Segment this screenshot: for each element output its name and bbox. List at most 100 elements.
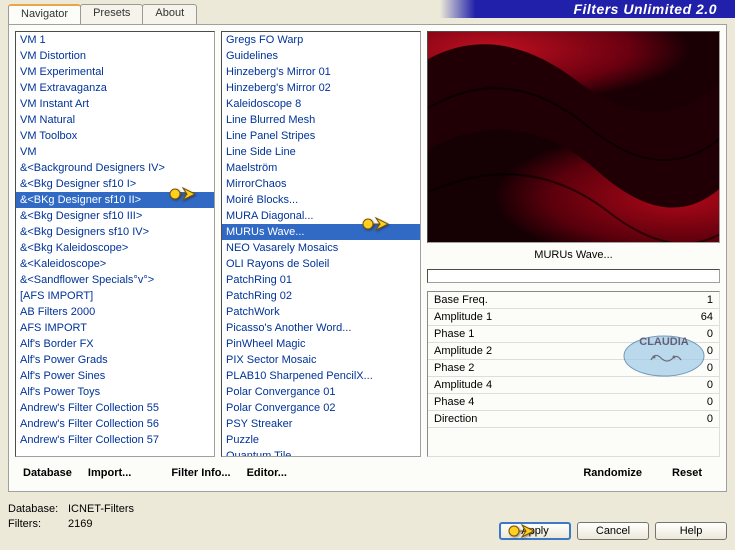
list-item[interactable]: PatchRing 01 — [222, 272, 420, 288]
list-item[interactable]: PLAB10 Sharpened PencilX... — [222, 368, 420, 384]
param-row[interactable]: Base Freq.1 — [428, 292, 719, 309]
param-row[interactable]: Direction0 — [428, 411, 719, 428]
param-value: 0 — [683, 328, 713, 340]
apply-button[interactable]: Apply — [499, 522, 571, 540]
param-row[interactable]: Amplitude 20 — [428, 343, 719, 360]
list-item[interactable]: AB Filters 2000 — [16, 304, 214, 320]
list-item[interactable]: &<Bkg Designer sf10 III> — [16, 208, 214, 224]
list-item[interactable]: PinWheel Magic — [222, 336, 420, 352]
list-item[interactable]: NEO Vasarely Mosaics — [222, 240, 420, 256]
list-item[interactable]: Puzzle — [222, 432, 420, 448]
list-item[interactable]: Picasso's Another Word... — [222, 320, 420, 336]
param-value: 64 — [683, 311, 713, 323]
param-name: Amplitude 2 — [434, 345, 683, 357]
list-item[interactable]: Alf's Border FX — [16, 336, 214, 352]
list-item[interactable]: VM Toolbox — [16, 128, 214, 144]
list-item[interactable]: Kaleidoscope 8 — [222, 96, 420, 112]
list-item[interactable]: Guidelines — [222, 48, 420, 64]
db-label: Database: — [8, 502, 68, 517]
list-item[interactable]: &<Kaleidoscope> — [16, 256, 214, 272]
list-item[interactable]: Quantum Tile — [222, 448, 420, 457]
list-item[interactable]: Alf's Power Toys — [16, 384, 214, 400]
param-row[interactable]: Phase 20 — [428, 360, 719, 377]
list-item[interactable]: Polar Convergance 01 — [222, 384, 420, 400]
app-title: Filters Unlimited 2.0 — [573, 1, 717, 17]
list-item[interactable]: MURUs Wave... — [222, 224, 420, 240]
param-value: 0 — [683, 396, 713, 408]
list-item[interactable]: Hinzeberg's Mirror 02 — [222, 80, 420, 96]
list-item[interactable]: [AFS IMPORT] — [16, 288, 214, 304]
param-row[interactable]: Amplitude 164 — [428, 309, 719, 326]
list-item[interactable]: &<Bkg Designers sf10 IV> — [16, 224, 214, 240]
editor-button[interactable]: Editor... — [247, 467, 287, 479]
list-item[interactable]: &<Bkg Designer sf10 I> — [16, 176, 214, 192]
list-item[interactable]: MirrorChaos — [222, 176, 420, 192]
tab-row: Navigator Presets About — [8, 4, 196, 24]
filter-info-button[interactable]: Filter Info... — [171, 467, 230, 479]
category-list[interactable]: VM 1VM DistortionVM ExperimentalVM Extra… — [15, 31, 215, 457]
list-item[interactable]: VM 1 — [16, 32, 214, 48]
list-item[interactable]: Andrew's Filter Collection 55 — [16, 400, 214, 416]
randomize-button[interactable]: Randomize — [583, 467, 642, 479]
tab-presets[interactable]: Presets — [80, 4, 143, 24]
param-row[interactable]: Phase 40 — [428, 394, 719, 411]
list-item[interactable]: &<BKg Designer sf10 II> — [16, 192, 214, 208]
param-value: 1 — [683, 294, 713, 306]
list-item[interactable]: AFS IMPORT — [16, 320, 214, 336]
import-button[interactable]: Import... — [88, 467, 131, 479]
list-item[interactable]: OLI Rayons de Soleil — [222, 256, 420, 272]
param-row[interactable]: Phase 10 — [428, 326, 719, 343]
reset-button[interactable]: Reset — [672, 467, 702, 479]
list-item[interactable]: Line Side Line — [222, 144, 420, 160]
main-panel: VM 1VM DistortionVM ExperimentalVM Extra… — [8, 24, 727, 492]
list-item[interactable]: Polar Convergance 02 — [222, 400, 420, 416]
list-item[interactable]: Hinzeberg's Mirror 01 — [222, 64, 420, 80]
list-item[interactable]: &<Bkg Kaleidoscope> — [16, 240, 214, 256]
list-item[interactable]: &<Sandflower Specials°v°> — [16, 272, 214, 288]
param-value: 0 — [683, 379, 713, 391]
list-item[interactable]: Line Panel Stripes — [222, 128, 420, 144]
filter-list[interactable]: Gregs FO WarpGuidelinesHinzeberg's Mirro… — [221, 31, 421, 457]
list-item[interactable]: Andrew's Filter Collection 56 — [16, 416, 214, 432]
action-bar: Database Import... Filter Info... Editor… — [15, 462, 720, 484]
filters-label: Filters: — [8, 517, 68, 532]
parameter-list[interactable]: CLAUDIA Base Freq.1Amplitude 164Phase 10… — [427, 291, 720, 457]
list-item[interactable]: PatchRing 02 — [222, 288, 420, 304]
list-item[interactable]: VM Instant Art — [16, 96, 214, 112]
param-value: 0 — [683, 345, 713, 357]
list-item[interactable]: Gregs FO Warp — [222, 32, 420, 48]
list-item[interactable]: VM — [16, 144, 214, 160]
tab-navigator[interactable]: Navigator — [8, 4, 81, 24]
param-name: Phase 2 — [434, 362, 683, 374]
list-item[interactable]: Maelström — [222, 160, 420, 176]
param-name: Phase 4 — [434, 396, 683, 408]
list-item[interactable]: PatchWork — [222, 304, 420, 320]
list-item[interactable]: Line Blurred Mesh — [222, 112, 420, 128]
list-item[interactable]: &<Background Designers IV> — [16, 160, 214, 176]
param-name: Amplitude 4 — [434, 379, 683, 391]
list-item[interactable]: Alf's Power Sines — [16, 368, 214, 384]
list-item[interactable]: VM Extravaganza — [16, 80, 214, 96]
footer: Database:ICNET-Filters Filters:2169 Appl… — [8, 498, 727, 544]
list-item[interactable]: Andrew's Filter Collection 57 — [16, 432, 214, 448]
tab-about[interactable]: About — [142, 4, 197, 24]
list-item[interactable]: PIX Sector Mosaic — [222, 352, 420, 368]
list-item[interactable]: MURA Diagonal... — [222, 208, 420, 224]
progress-bar — [427, 269, 720, 283]
param-name: Phase 1 — [434, 328, 683, 340]
list-item[interactable]: Alf's Power Grads — [16, 352, 214, 368]
param-name: Amplitude 1 — [434, 311, 683, 323]
param-row[interactable]: Amplitude 40 — [428, 377, 719, 394]
help-button[interactable]: Help — [655, 522, 727, 540]
cancel-button[interactable]: Cancel — [577, 522, 649, 540]
database-button[interactable]: Database — [23, 467, 72, 479]
list-item[interactable]: PSY Streaker — [222, 416, 420, 432]
list-item[interactable]: VM Distortion — [16, 48, 214, 64]
app-header: Filters Unlimited 2.0 — [440, 0, 735, 18]
filters-value: 2169 — [68, 518, 92, 530]
list-item[interactable]: Moiré Blocks... — [222, 192, 420, 208]
list-item[interactable]: VM Experimental — [16, 64, 214, 80]
param-name: Base Freq. — [434, 294, 683, 306]
list-item[interactable]: VM Natural — [16, 112, 214, 128]
param-name: Direction — [434, 413, 683, 425]
